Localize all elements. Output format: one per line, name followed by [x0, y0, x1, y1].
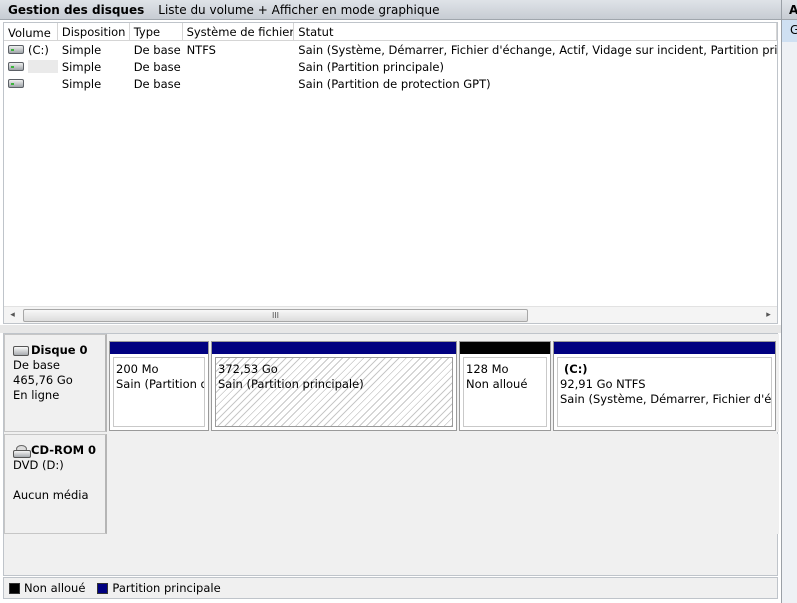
col-header-disposition[interactable]: Disposition: [58, 23, 130, 40]
disk-label[interactable]: CD-ROM 0 DVD (D:) Aucun média: [4, 434, 107, 534]
disk-size: [13, 473, 105, 488]
actions-header: A: [782, 0, 797, 20]
table-row[interactable]: (C:) Simple De base NTFS Sain (Système, …: [4, 41, 777, 58]
filesystem-cell: NTFS: [186, 42, 216, 57]
table-row[interactable]: Simple De base Sain (Partition principal…: [4, 58, 777, 75]
partition-size: 128 Mo: [466, 362, 509, 376]
disposition-cell: Simple: [61, 76, 102, 91]
status-cell: Sain (Partition principale): [298, 59, 444, 74]
scroll-thumb[interactable]: III: [23, 308, 528, 322]
partition-bar: [110, 342, 208, 354]
legend-label: Partition principale: [112, 581, 221, 595]
legend-swatch-primary: [97, 582, 109, 594]
drive-icon: [8, 45, 24, 54]
partition-volume: (C:): [564, 362, 588, 376]
partition-status: Sain (Partition de: [116, 377, 204, 391]
drive-icon: [8, 79, 24, 88]
pane-splitter[interactable]: [0, 325, 781, 333]
partition-bar: [554, 342, 775, 354]
partition-size: 200 Mo: [116, 362, 159, 376]
header-bar: Gestion des disques Liste du volume + Af…: [0, 0, 781, 20]
partition-size: 372,53 Go: [218, 362, 278, 376]
disposition-cell: Simple: [61, 59, 102, 74]
disk-kind: DVD (D:): [13, 458, 64, 472]
header-subtitle: Liste du volume + Afficher en mode graph…: [158, 2, 440, 17]
header-title: Gestion des disques: [8, 2, 145, 17]
disposition-cell: Simple: [61, 42, 102, 57]
unallocated-block[interactable]: 128 Mo Non alloué: [459, 341, 551, 431]
volume-cell: [28, 60, 58, 73]
partition-size: 92,91 Go NTFS: [560, 377, 646, 391]
partition-block[interactable]: 200 Mo Sain (Partition de: [109, 341, 209, 431]
actions-item[interactable]: G: [782, 20, 797, 42]
partition-status: Sain (Système, Démarrer, Fichier d'écha: [560, 392, 772, 406]
type-cell: De base: [133, 59, 181, 74]
partition-body: 128 Mo Non alloué: [463, 357, 547, 427]
col-header-filesystem[interactable]: Système de fichiers: [183, 23, 295, 40]
disk-name: Disque 0: [31, 343, 88, 357]
drive-icon: [8, 62, 24, 71]
legend: Non alloué Partition principale: [3, 577, 778, 599]
disk-row-0: Disque 0 De base 465,76 Go En ligne 200 …: [4, 334, 779, 432]
disk-graph-pane: Disque 0 De base 465,76 Go En ligne 200 …: [3, 333, 779, 576]
type-cell: De base: [133, 42, 181, 57]
partition-body: 200 Mo Sain (Partition de: [113, 357, 205, 427]
volume-list: Volume Disposition Type Système de fichi…: [3, 22, 778, 324]
cd-drive-icon: [13, 444, 31, 458]
status-cell: Sain (Partition de protection GPT): [298, 76, 491, 91]
hard-disk-icon: [13, 345, 29, 356]
partition-block-selected[interactable]: 372,53 Go Sain (Partition principale): [211, 341, 457, 431]
legend-label: Non alloué: [24, 581, 86, 595]
volume-cell: (C:): [28, 42, 49, 57]
table-row[interactable]: Simple De base Sain (Partition de protec…: [4, 75, 777, 92]
disk-label[interactable]: Disque 0 De base 465,76 Go En ligne: [4, 334, 107, 432]
legend-swatch-unallocated: [9, 582, 20, 594]
col-header-volume[interactable]: Volume: [4, 23, 58, 40]
disk-kind: De base: [13, 358, 60, 372]
partition-bar: [460, 342, 550, 354]
partition-bar: [212, 342, 456, 354]
column-headers: Volume Disposition Type Système de fichi…: [4, 23, 778, 41]
partition-body: (C:) 92,91 Go NTFS Sain (Système, Démarr…: [557, 357, 772, 427]
disk-state: En ligne: [13, 388, 60, 402]
disk-name: CD-ROM 0: [31, 443, 97, 457]
scroll-track[interactable]: III: [21, 308, 760, 323]
partition-status: Sain (Partition principale): [218, 377, 364, 391]
col-header-type[interactable]: Type: [130, 23, 183, 40]
scroll-left-icon[interactable]: ◂: [4, 310, 21, 320]
scroll-right-icon[interactable]: ▸: [760, 310, 777, 320]
partition-body: 372,53 Go Sain (Partition principale): [215, 357, 453, 427]
partition-block-c[interactable]: (C:) 92,91 Go NTFS Sain (Système, Démarr…: [553, 341, 776, 431]
actions-pane: A G: [781, 0, 797, 603]
horizontal-scrollbar[interactable]: ◂ III ▸: [4, 306, 777, 323]
col-header-status[interactable]: Statut: [294, 23, 778, 40]
partition-status: Non alloué: [466, 377, 528, 391]
disk-row-1: CD-ROM 0 DVD (D:) Aucun média: [4, 434, 779, 534]
disk-size: 465,76 Go: [13, 373, 73, 387]
status-cell: Sain (Système, Démarrer, Fichier d'échan…: [298, 42, 778, 57]
type-cell: De base: [133, 76, 181, 91]
disk-state: Aucun média: [13, 488, 89, 502]
